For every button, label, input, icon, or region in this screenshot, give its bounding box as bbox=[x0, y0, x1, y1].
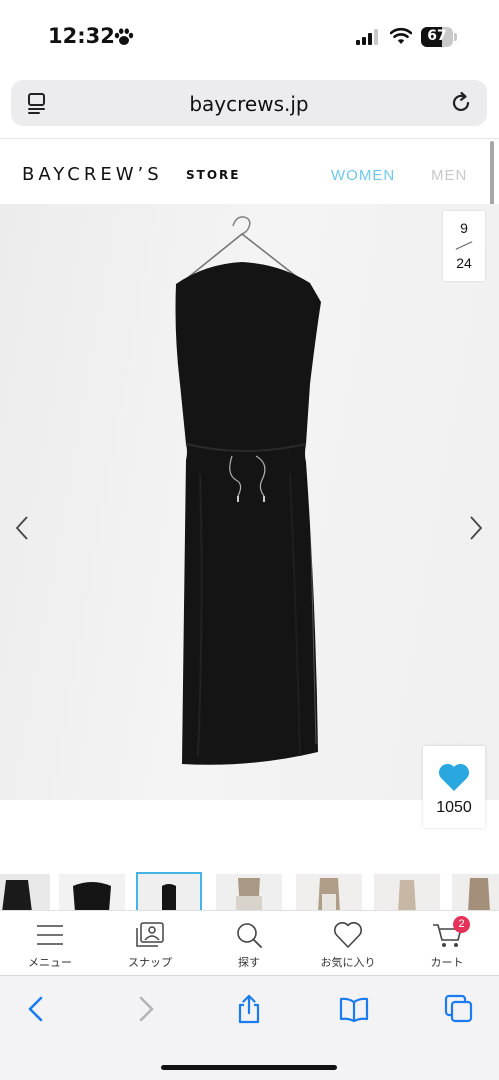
image-counter: 9 24 bbox=[443, 211, 485, 281]
nav-menu[interactable]: メニュー bbox=[10, 911, 90, 974]
nav-favorites[interactable]: お気に入り bbox=[308, 911, 388, 974]
cellular-signal-icon bbox=[356, 29, 378, 45]
snap-photos-icon bbox=[136, 922, 164, 947]
app-bottom-nav: メニュー スナップ 探す お気に入り 2 カート bbox=[0, 910, 499, 973]
site-header: BAYCREW’S STORE WOMEN MEN bbox=[0, 138, 499, 204]
status-bar: 12:32 67 bbox=[0, 0, 499, 75]
url-text[interactable]: baycrews.jp bbox=[11, 92, 487, 116]
thumbnail[interactable] bbox=[216, 874, 282, 912]
paw-icon bbox=[114, 28, 134, 45]
nav-search[interactable]: 探す bbox=[209, 911, 289, 974]
home-indicator bbox=[161, 1065, 337, 1070]
browser-toolbar bbox=[0, 975, 499, 1080]
nav-snap[interactable]: スナップ bbox=[110, 911, 190, 974]
forward-icon[interactable] bbox=[130, 994, 160, 1024]
back-icon[interactable] bbox=[22, 994, 52, 1024]
status-time: 12:32 bbox=[48, 24, 115, 48]
favorite-button[interactable]: 1050 bbox=[423, 746, 485, 828]
chevron-left-icon[interactable] bbox=[12, 514, 32, 542]
chevron-right-icon[interactable] bbox=[466, 514, 486, 542]
bookmarks-icon[interactable] bbox=[339, 994, 369, 1024]
cart-count-badge: 2 bbox=[453, 916, 470, 933]
nav-menu-label: メニュー bbox=[28, 956, 72, 969]
thumbnail-strip bbox=[0, 872, 499, 912]
site-logo[interactable]: BAYCREW’S bbox=[22, 164, 163, 185]
tabs-icon[interactable] bbox=[444, 994, 474, 1024]
image-counter-current: 9 bbox=[460, 220, 468, 236]
heart-icon bbox=[438, 763, 470, 791]
heart-outline-icon bbox=[334, 921, 362, 948]
site-logo-suffix[interactable]: STORE bbox=[186, 168, 240, 182]
thumbnail[interactable] bbox=[452, 874, 499, 912]
nav-men[interactable]: MEN bbox=[431, 167, 467, 184]
battery-percent: 67 bbox=[427, 28, 447, 44]
nav-search-label: 探す bbox=[238, 956, 260, 969]
thumbnail[interactable] bbox=[59, 874, 125, 912]
image-counter-total: 24 bbox=[456, 255, 472, 271]
wifi-icon bbox=[390, 27, 412, 44]
battery-icon: 67 bbox=[421, 27, 457, 47]
reload-icon[interactable] bbox=[449, 91, 473, 115]
thumbnail[interactable] bbox=[374, 874, 440, 912]
thumbnail-selected[interactable] bbox=[136, 872, 202, 912]
nav-cart-label: カート bbox=[430, 956, 464, 969]
nav-favorites-label: お気に入り bbox=[320, 956, 376, 969]
address-bar[interactable]: baycrews.jp bbox=[11, 80, 487, 126]
product-photo bbox=[175, 216, 321, 765]
favorite-count: 1050 bbox=[436, 799, 472, 816]
share-icon[interactable] bbox=[234, 994, 264, 1024]
product-image-carousel[interactable]: 9 24 bbox=[0, 204, 499, 800]
nav-snap-label: スナップ bbox=[128, 956, 172, 969]
search-icon bbox=[237, 923, 262, 948]
nav-cart[interactable]: 2 カート bbox=[407, 911, 487, 974]
nav-women[interactable]: WOMEN bbox=[331, 167, 395, 184]
hamburger-menu-icon bbox=[37, 925, 63, 945]
thumbnail[interactable] bbox=[0, 874, 50, 912]
thumbnail[interactable] bbox=[296, 874, 362, 912]
